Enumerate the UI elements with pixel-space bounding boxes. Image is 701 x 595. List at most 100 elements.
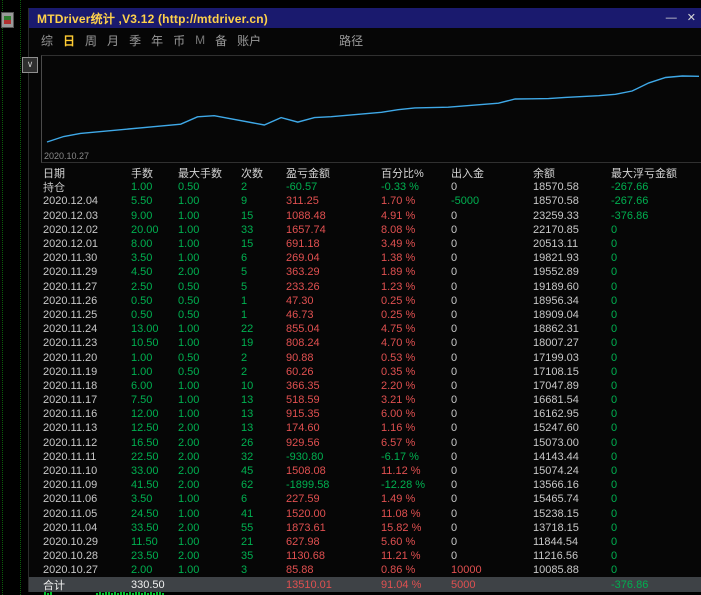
table-row: 2020.11.19 1.00 0.50 2 60.26 0.35 % 0 17108.15 0 — [29, 365, 701, 379]
table-row-max_lots: 0.50 — [178, 365, 200, 378]
table-row-max_lots: 1.00 — [178, 493, 200, 506]
table-row-max_float: 0 — [611, 408, 618, 421]
close-button[interactable]: ✕ — [687, 8, 696, 28]
table-row: 2020.11.27 2.50 0.50 5 233.26 1.23 % 0 19189.60… — [29, 280, 701, 294]
table-row-balance: 18007.27 — [533, 337, 579, 350]
table-row: 2020.10.29 11.50 1.00 21 627.98 5.60 % 0 11844.… — [29, 535, 701, 549]
table-total-row: 合计 330.50 13510.01 91.04 % 5000 -376.86 — [29, 577, 701, 592]
window-controls: — ✕ — [666, 8, 696, 28]
table-row: 2020.12.04 5.50 1.00 9 311.25 1.70 % -5000 1857… — [29, 194, 701, 208]
table-row-pct: -12.28 % — [381, 479, 426, 492]
table-row-count: 2 — [241, 181, 248, 194]
table-row-count: 21 — [241, 535, 254, 548]
table-row-pl: 60.26 — [286, 365, 314, 378]
table-row-pct: 6.57 % — [381, 436, 416, 449]
table-header-row-header-4: 盈亏金额 — [286, 168, 330, 181]
table-row-pl: 366.35 — [286, 379, 320, 392]
table-row-max_lots: 1.00 — [178, 507, 200, 520]
table-row-date: 2020.10.29 — [43, 535, 99, 548]
table-row-count: 33 — [241, 223, 254, 236]
table-row-lots: 20.00 — [131, 223, 159, 236]
table-row-max_lots: 1.00 — [178, 379, 200, 392]
table-row-count: 15 — [241, 209, 254, 222]
table-row-max_lots: 0.50 — [178, 294, 200, 307]
table-row-max_float: 0 — [611, 422, 618, 435]
minimize-button[interactable]: — — [666, 8, 677, 28]
menu-item-account[interactable]: 账户 — [237, 32, 261, 49]
menu-item-currency[interactable]: 币 — [173, 32, 185, 49]
table-row-lots: 4.50 — [131, 266, 153, 279]
collapse-button[interactable]: ∨ — [22, 57, 38, 73]
table-row-max_float: 0 — [611, 308, 618, 321]
table-row-max_lots: 1.00 — [178, 238, 200, 251]
table-row-balance: 15073.00 — [533, 436, 579, 449]
table-row-pct: 0.86 % — [381, 564, 416, 577]
table-row-count: 15 — [241, 238, 254, 251]
menu-item-monthly[interactable]: 月 — [107, 32, 119, 49]
table-row-date: 2020.12.04 — [43, 195, 99, 208]
table-row-count: 2 — [241, 365, 248, 378]
menu-item-path[interactable]: 路径 — [339, 32, 363, 49]
table-row-io: 0 — [451, 337, 458, 350]
window-title: MTDriver统计 ,V3.12 (http://mtdriver.cn) — [37, 11, 268, 26]
table-row-pct: 4.75 % — [381, 323, 416, 336]
table-row-max_float: -267.66 — [611, 181, 649, 194]
menu-item-note[interactable]: 备 — [215, 32, 227, 49]
table-row-max_lots: 1.00 — [178, 535, 200, 548]
table-row-max_float: -267.66 — [611, 195, 649, 208]
table-row-lots: 3.50 — [131, 493, 153, 506]
table-row-balance: 18909.04 — [533, 308, 579, 321]
table-row-count: 32 — [241, 450, 254, 463]
table-row-balance: 15247.60 — [533, 422, 579, 435]
table-row: 2020.10.28 23.50 2.00 35 1130.68 11.21 % 0 1121… — [29, 549, 701, 563]
table-row-balance: 19552.89 — [533, 266, 579, 279]
table-row-max_float: 0 — [611, 535, 618, 548]
table-row-date: 2020.11.27 — [43, 280, 98, 293]
table-row-lots: 23.50 — [131, 550, 159, 563]
menu-item-yearly[interactable]: 年 — [151, 32, 163, 49]
table-row-pct: 11.12 % — [381, 465, 421, 478]
table-row-max_float: 0 — [611, 479, 618, 492]
table-row-max_float: 0 — [611, 294, 618, 307]
table-total-row-lots: 330.50 — [131, 578, 165, 591]
table-row-pct: 3.21 % — [381, 394, 416, 407]
table-row-max_float: 0 — [611, 379, 618, 392]
table-row: 2020.11.04 33.50 2.00 55 1873.61 15.82 % 0 1371… — [29, 521, 701, 535]
table-row-lots: 11.50 — [131, 535, 158, 548]
table-row-date: 2020.11.17 — [43, 394, 98, 407]
table-row-date: 2020.11.09 — [43, 479, 98, 492]
table-row-date: 2020.11.30 — [43, 252, 98, 265]
equity-line — [46, 75, 700, 143]
table-row-balance: 15238.15 — [533, 507, 579, 520]
table-row-count: 13 — [241, 408, 254, 421]
table-row-count: 41 — [241, 507, 254, 520]
table-row-pl: 46.73 — [286, 308, 314, 321]
table-row-lots: 6.00 — [131, 379, 153, 392]
table-row-io: 0 — [451, 507, 458, 520]
table-row-io: 0 — [451, 308, 458, 321]
table-row-count: 19 — [241, 337, 254, 350]
table-row-date: 2020.11.29 — [43, 266, 98, 279]
menu-item-quarterly[interactable]: 季 — [129, 32, 141, 49]
table-row-lots: 5.50 — [131, 195, 153, 208]
menu-item-weekly[interactable]: 周 — [85, 32, 97, 49]
table-row-max_float: 0 — [611, 280, 618, 293]
table-row-lots: 22.50 — [131, 450, 159, 463]
menu-item-summary[interactable]: 综 — [41, 32, 53, 49]
menu-item-m[interactable]: M — [195, 33, 205, 47]
table-row-pct: 1.70 % — [381, 195, 416, 208]
table-row-date: 2020.10.28 — [43, 550, 99, 563]
table-row-count: 22 — [241, 323, 254, 336]
table-row-pct: 0.35 % — [381, 365, 416, 378]
table-row-balance: 11844.54 — [533, 535, 579, 548]
table-row-pl: 855.04 — [286, 323, 320, 336]
table-row-io: 0 — [451, 422, 458, 435]
table-row-io: 0 — [451, 209, 458, 222]
table-row-io: 0 — [451, 252, 458, 265]
table-row-max_lots: 0.50 — [178, 351, 200, 364]
toolbar-icon[interactable] — [1, 12, 14, 28]
table-row-count: 55 — [241, 521, 254, 534]
menu-item-daily[interactable]: 日 — [63, 32, 75, 49]
titlebar[interactable]: MTDriver统计 ,V3.12 (http://mtdriver.cn) —… — [29, 8, 701, 28]
table-row: 2020.11.13 12.50 2.00 13 174.60 1.16 % 0 15247.… — [29, 421, 701, 435]
